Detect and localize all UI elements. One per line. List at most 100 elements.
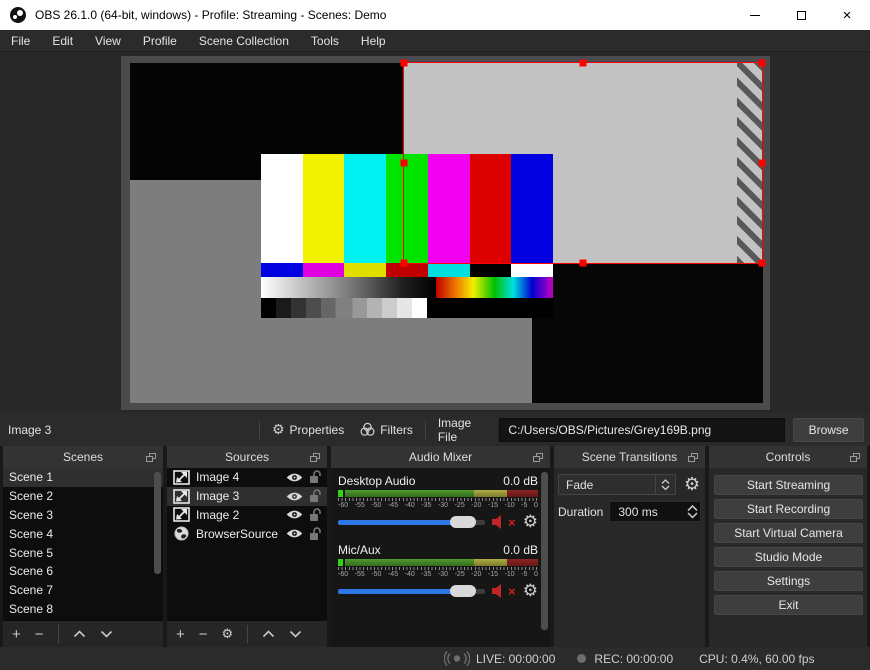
scene-list-item[interactable]: Scene 4 [3,524,163,543]
remove-source-button[interactable]: − [199,627,208,642]
popout-icon[interactable] [146,453,156,462]
channel-settings-gear-icon[interactable]: ⚙ [523,581,538,601]
mute-button[interactable]: × [492,584,516,599]
unlocked-lock-icon[interactable] [309,508,321,522]
source-list-item[interactable]: Image 2 [167,506,327,525]
scenes-list: Scene 1 Scene 2 Scene 3 Scene 4 Scene 5 … [3,468,163,620]
minimize-button[interactable] [732,0,778,30]
start-recording-button[interactable]: Start Recording [714,499,863,519]
source-list-item[interactable]: Image 4 [167,468,327,487]
properties-label: Properties [289,422,345,437]
unlocked-lock-icon[interactable] [309,489,321,503]
move-source-up-button[interactable] [262,630,275,638]
mixer-scrollbar[interactable] [541,472,548,630]
mute-button[interactable]: × [492,515,516,530]
close-button[interactable]: × [824,0,870,30]
source-toolbar: Image 3 ⚙ Properties Filters Image File … [0,413,870,446]
menu-edit[interactable]: Edit [41,30,84,52]
muted-speaker-icon [492,584,502,598]
menu-tools[interactable]: Tools [300,30,350,52]
source-name: Image 3 [196,489,240,504]
sources-panel: Sources Image 4 Image 3 Image 2 BrowserS… [167,446,327,647]
selection-handle-bottom-right[interactable] [758,259,766,267]
start-streaming-button[interactable]: Start Streaming [714,475,863,495]
properties-button[interactable]: ⚙ Properties [268,422,348,438]
selection-handle-top-center[interactable] [579,59,587,67]
visibility-eye-icon[interactable] [286,528,303,539]
volume-meter [338,490,538,497]
filters-icon [360,422,375,436]
mixer-header[interactable]: Audio Mixer [331,446,550,468]
sources-header[interactable]: Sources [167,446,327,468]
scene-list-item[interactable]: Scene 6 [3,562,163,581]
visibility-eye-icon[interactable] [286,472,303,483]
selection-handle-bottom-left[interactable] [400,259,408,267]
start-virtual-camera-button[interactable]: Start Virtual Camera [714,523,863,543]
add-source-button[interactable]: + [176,627,185,642]
transition-select[interactable]: Fade [558,474,676,495]
scene-list-item[interactable]: Scene 3 [3,506,163,525]
controls-header[interactable]: Controls [709,446,867,468]
image-file-input[interactable] [499,417,786,442]
scene-canvas[interactable] [121,56,770,410]
add-scene-button[interactable]: + [12,627,21,642]
move-scene-down-button[interactable] [100,630,113,638]
popout-icon[interactable] [310,453,320,462]
scene-list-item[interactable]: Scene 7 [3,581,163,600]
scene-list-item[interactable]: Scene 2 [3,487,163,506]
popout-icon[interactable] [688,453,698,462]
popout-icon[interactable] [533,453,543,462]
volume-slider[interactable] [338,584,486,597]
visibility-eye-icon[interactable] [286,491,303,502]
source-list-item[interactable]: Image 3 [167,486,327,506]
menu-scene-collection[interactable]: Scene Collection [188,30,300,52]
move-scene-up-button[interactable] [73,630,86,638]
source-properties-gear-icon[interactable]: ⚙ [222,627,234,642]
transitions-header[interactable]: Scene Transitions [554,446,705,468]
filters-button[interactable]: Filters [356,422,417,437]
menu-profile[interactable]: Profile [132,30,188,52]
selection-handle-mid-left[interactable] [400,159,408,167]
volume-slider[interactable] [338,515,486,528]
visibility-eye-icon[interactable] [286,509,303,520]
selection-handle-mid-right[interactable] [758,159,766,167]
browse-button[interactable]: Browse [793,417,864,442]
mute-x-icon: × [508,583,516,599]
duration-spinbox[interactable]: 300 ms [609,501,701,522]
spinner-arrows-icon[interactable] [684,504,700,519]
sources-title: Sources [224,450,270,464]
scene-transitions-panel: Scene Transitions Fade ⚙ Duration 300 ms [554,446,705,647]
studio-mode-button[interactable]: Studio Mode [714,547,863,567]
channel-settings-gear-icon[interactable]: ⚙ [523,512,538,532]
transition-settings-gear-icon[interactable]: ⚙ [684,474,700,495]
audio-mixer-panel: Audio Mixer Desktop Audio 0.0 dB -60-55 [331,446,550,647]
image-source-icon [173,488,190,504]
scenes-scrollbar[interactable] [154,472,161,574]
volume-slider-handle[interactable] [449,584,476,597]
menu-file[interactable]: File [0,30,41,52]
settings-button[interactable]: Settings [714,571,863,591]
selection-rectangle[interactable] [400,59,766,267]
menu-help[interactable]: Help [350,30,397,52]
exit-button[interactable]: Exit [714,595,863,615]
scene-list-item[interactable]: Scene 5 [3,543,163,562]
unlocked-lock-icon[interactable] [309,470,321,484]
move-source-down-button[interactable] [289,630,302,638]
scene-list-item[interactable]: Scene 8 [3,600,163,619]
scene-item-black-rect-2[interactable] [532,264,763,403]
meter-input-indicator [338,559,343,566]
scene-list-item[interactable]: Scene 1 [3,468,163,487]
channel-name: Mic/Aux [338,543,381,557]
maximize-button[interactable] [778,0,824,30]
menu-view[interactable]: View [84,30,132,52]
sources-list: Image 4 Image 3 Image 2 BrowserSource [167,468,327,620]
volume-slider-handle[interactable] [449,515,476,528]
source-list-item[interactable]: BrowserSource [167,524,327,543]
scenes-header[interactable]: Scenes [3,446,163,468]
selection-handle-top-right[interactable] [758,59,766,67]
selection-handle-bottom-center[interactable] [579,259,587,267]
selection-handle-top-left[interactable] [400,59,408,67]
remove-scene-button[interactable]: − [35,627,44,642]
unlocked-lock-icon[interactable] [309,527,321,541]
popout-icon[interactable] [850,453,860,462]
